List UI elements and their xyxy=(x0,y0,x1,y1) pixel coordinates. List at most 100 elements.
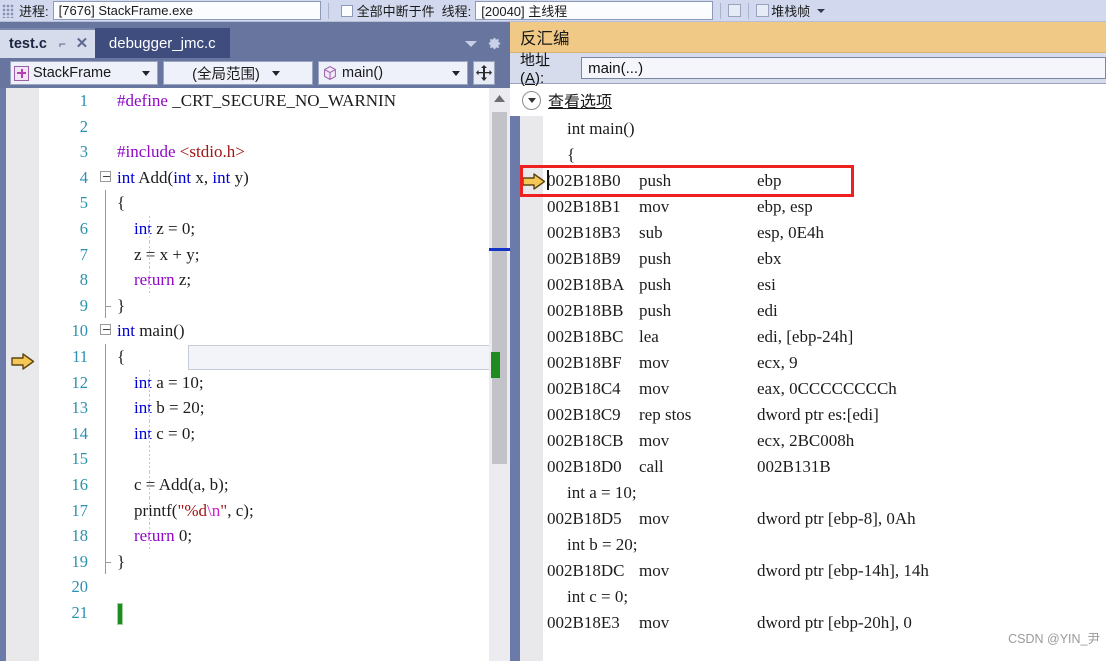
disassembly-instruction-row[interactable]: 002B18DC mov dword ptr [ebp-14h], 14h xyxy=(510,558,1106,584)
disassembly-instruction-row[interactable]: 002B18B9 push ebx xyxy=(510,246,1106,272)
instruction-mnemonic: push xyxy=(639,275,672,294)
close-icon[interactable]: ✕ xyxy=(75,36,89,51)
code-line[interactable]: 2 xyxy=(39,114,504,140)
instruction-mnemonic: mov xyxy=(639,379,670,398)
code-line[interactable]: 14 int c = 0; xyxy=(39,420,504,447)
collapse-icon[interactable] xyxy=(100,324,111,336)
disassembly-instruction-row[interactable]: 002B18C4 mov eax, 0CCCCCCCCh xyxy=(510,376,1106,402)
code-scroll-region[interactable]: 1 #define _CRT_SECURE_NO_WARNIN 2 3 #include… xyxy=(39,88,504,661)
disassembly-instruction-row[interactable]: 002B18BC lea edi, [ebp-24h] xyxy=(510,324,1106,350)
thread-combobox[interactable]: [20040] 主线程 xyxy=(475,1,714,20)
code-line[interactable]: 8 return z; xyxy=(39,267,504,293)
instruction-operands: edi xyxy=(757,301,778,320)
fold-margin[interactable] xyxy=(97,446,117,472)
code-line[interactable]: 13 int b = 20; xyxy=(39,395,504,421)
code-line[interactable]: 6 int z = 0; xyxy=(39,215,504,242)
fold-margin[interactable] xyxy=(97,292,117,319)
code-line[interactable]: 12 int a = 10; xyxy=(39,369,504,396)
code-line[interactable]: 20 xyxy=(39,574,504,600)
collapse-icon[interactable] xyxy=(100,170,111,182)
disassembly-source-row[interactable]: int main() xyxy=(510,116,1106,142)
code-line[interactable]: 19} xyxy=(39,548,504,575)
tab-debugger-jmc-c[interactable]: debugger_jmc.c xyxy=(94,28,230,58)
fold-margin[interactable] xyxy=(97,88,117,114)
fold-margin[interactable] xyxy=(97,267,117,293)
line-number: 19 xyxy=(71,551,89,571)
pin-icon[interactable]: ⌐ xyxy=(56,37,69,51)
instruction-address: 002B18BB xyxy=(547,301,624,320)
toolbar-drag-handle-icon[interactable] xyxy=(2,3,14,18)
code-line[interactable]: 18 return 0; xyxy=(39,523,504,549)
disassembly-source-row[interactable]: int c = 0; xyxy=(510,584,1106,610)
disassembly-instruction-row[interactable]: 002B18BA push esi xyxy=(510,272,1106,298)
fold-margin[interactable] xyxy=(97,114,117,140)
disassembly-source-row[interactable]: int a = 10; xyxy=(510,480,1106,506)
fold-margin[interactable] xyxy=(97,139,117,165)
scope-combobox[interactable]: (全局范围) xyxy=(163,61,313,85)
code-line[interactable]: 16 c = Add(a, b); xyxy=(39,471,504,498)
disassembly-instruction-row[interactable]: 002B18BF mov ecx, 9 xyxy=(510,350,1106,376)
code-line[interactable]: 21 xyxy=(39,600,504,626)
code-token: b = xyxy=(151,398,183,418)
break-all-button[interactable]: 全部中断于件 xyxy=(336,1,440,20)
indent-guide xyxy=(149,523,150,549)
address-input[interactable]: main(...) xyxy=(581,57,1106,79)
breakpoint-gutter[interactable] xyxy=(6,88,39,661)
disassembly-instruction-row[interactable]: 002B18CB mov ecx, 2BC008h xyxy=(510,428,1106,454)
code-text-area[interactable]: 1 #define _CRT_SECURE_NO_WARNIN 2 3 #include… xyxy=(6,88,504,661)
split-window-icon[interactable] xyxy=(473,61,495,85)
fold-margin[interactable] xyxy=(97,241,117,268)
fold-margin[interactable] xyxy=(97,369,117,396)
disassembly-instruction-row[interactable]: 002B18D5 mov dword ptr [ebp-8], 0Ah xyxy=(510,506,1106,532)
fold-margin[interactable] xyxy=(97,523,117,549)
process-combobox[interactable]: [7676] StackFrame.exe xyxy=(52,1,321,20)
scroll-up-button[interactable] xyxy=(489,88,510,108)
disassembly-instruction-row[interactable]: 002B18B3 sub esp, 0E4h xyxy=(510,220,1106,246)
fold-margin[interactable] xyxy=(97,600,117,626)
disassembly-source-row[interactable]: { xyxy=(510,142,1106,168)
editor-vertical-scrollbar[interactable] xyxy=(489,88,510,661)
member-combobox[interactable]: main() xyxy=(318,61,468,85)
code-line[interactable]: 4 int Add(int x, int y) xyxy=(39,165,504,191)
fold-margin[interactable] xyxy=(97,548,117,575)
code-line[interactable]: 9} xyxy=(39,292,504,319)
fold-margin[interactable] xyxy=(97,497,117,524)
scope-label: (全局范围) xyxy=(192,66,260,83)
code-line[interactable]: 1 #define _CRT_SECURE_NO_WARNIN xyxy=(39,88,504,114)
fold-margin[interactable] xyxy=(97,215,117,242)
step-into-icon[interactable] xyxy=(728,4,742,17)
project-combobox[interactable]: StackFrame xyxy=(10,61,158,85)
instruction-mnemonic: mov xyxy=(639,509,670,528)
chevron-down-icon[interactable] xyxy=(465,40,477,47)
fold-margin[interactable] xyxy=(97,395,117,421)
line-number: 16 xyxy=(71,474,89,494)
fold-margin[interactable] xyxy=(97,343,117,370)
view-options-toggle[interactable]: 查看选项 xyxy=(510,84,1106,116)
disassembly-instruction-row[interactable]: 002B18B1 mov ebp, esp xyxy=(510,194,1106,220)
code-line[interactable]: 3 #include <stdio.h> xyxy=(39,139,504,165)
disassembly-source-row[interactable]: int b = 20; xyxy=(510,532,1106,558)
disassembly-list[interactable]: int main() {002B18B0 push ebp 002B18B1 mov ebp… xyxy=(510,116,1106,661)
code-line[interactable]: 5{ xyxy=(39,190,504,216)
fold-margin[interactable] xyxy=(97,318,117,344)
disassembly-instruction-row[interactable]: 002B18BB push edi xyxy=(510,298,1106,324)
tab-test-c[interactable]: test.c ⌐ ✕ xyxy=(0,28,95,58)
code-line[interactable]: 10 int main() xyxy=(39,318,504,344)
stack-icon[interactable] xyxy=(756,4,770,17)
disassembly-instruction-row[interactable]: 002B18B0 push ebp xyxy=(510,168,1106,194)
fold-margin[interactable] xyxy=(97,165,117,191)
scrollbar-thumb[interactable] xyxy=(492,112,507,464)
disassembly-instruction-row[interactable]: 002B18D0 call 002B131B xyxy=(510,454,1106,480)
fold-margin[interactable] xyxy=(97,190,117,216)
gear-icon[interactable] xyxy=(487,36,502,51)
fold-margin[interactable] xyxy=(97,420,117,447)
code-line[interactable]: 15 xyxy=(39,446,504,472)
code-line[interactable]: 17 printf("%d\n", c); xyxy=(39,497,504,524)
chevron-down-icon[interactable] xyxy=(817,8,826,13)
disassembly-instruction-row[interactable]: 002B18C9 rep stos dword ptr es:[edi] xyxy=(510,402,1106,428)
code-line[interactable]: 7 z = x + y; xyxy=(39,241,504,268)
fold-margin[interactable] xyxy=(97,574,117,600)
fold-margin[interactable] xyxy=(97,471,117,498)
